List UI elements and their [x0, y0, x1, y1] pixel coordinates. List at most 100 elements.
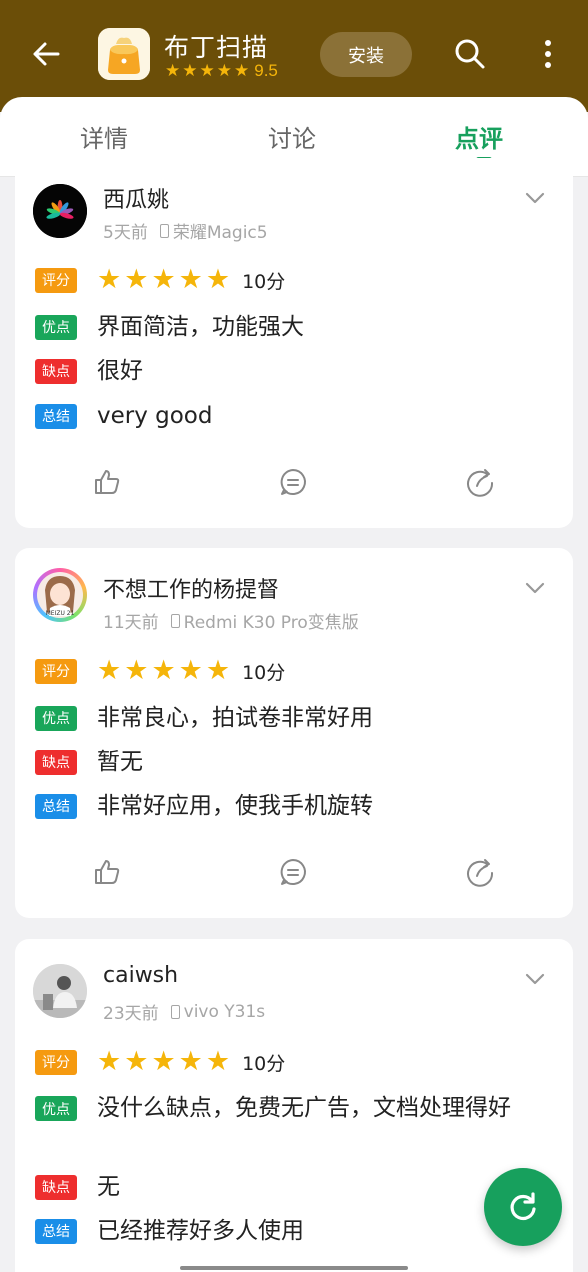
review-score: 10分 [242, 1052, 286, 1075]
star-icon: ★ [151, 655, 176, 686]
pros-badge: 优点 [35, 314, 77, 340]
install-button[interactable]: 安装 [320, 32, 412, 77]
refresh-icon [510, 1192, 536, 1221]
star-icon: ★ [97, 1046, 122, 1077]
review-score: 10分 [242, 270, 286, 293]
app-rating: ★ ★ ★ ★ ★ 9.5 [165, 61, 278, 81]
review-pros-row: 优点 界面简洁，功能强大 [35, 310, 304, 344]
share-icon[interactable] [465, 857, 495, 887]
star-icon: ★ [205, 264, 231, 295]
review-pros: 非常良心，拍试卷非常好用 [97, 705, 373, 731]
app-rating-score: 9.5 [254, 61, 278, 80]
review-time: 5天前 [103, 223, 148, 243]
review-cons-row: 缺点 无 [35, 1170, 120, 1204]
star-icon: ★ [199, 60, 215, 81]
refresh-button[interactable] [484, 1168, 562, 1246]
review-pros: 界面简洁，功能强大 [97, 314, 304, 340]
share-icon[interactable] [465, 467, 495, 497]
search-icon[interactable] [452, 36, 488, 72]
avatar [33, 964, 87, 1018]
cons-badge: 缺点 [35, 358, 77, 384]
review-summary-row: 总结 very good [35, 399, 212, 433]
star-icon: ★ [205, 1046, 231, 1077]
thumbs-up-icon[interactable] [92, 857, 122, 887]
star-icon: ★ [178, 655, 203, 686]
review-cons: 暂无 [97, 749, 143, 775]
cons-badge: 缺点 [35, 1174, 77, 1200]
star-icon: ★ [234, 60, 250, 81]
review-username[interactable]: 西瓜姚 [103, 182, 169, 214]
star-icon: ★ [178, 264, 203, 295]
review-device: vivo Y31s [183, 1001, 266, 1022]
review-device: Redmi K30 Pro变焦版 [183, 613, 359, 633]
tab-discussion[interactable]: 讨论 [268, 119, 316, 154]
star-icon: ★ [165, 60, 181, 81]
review-cons-row: 缺点 暂无 [35, 745, 143, 779]
star-icon: ★ [216, 60, 232, 81]
score-badge: 评分 [35, 1049, 77, 1075]
review-stars: ★ ★ ★ ★ ★ 10分 [97, 266, 285, 294]
more-vertical-icon[interactable] [536, 36, 560, 72]
review-time: 11天前 [103, 613, 159, 633]
review-card: MEIZU 21 不想工作的杨提督 11天前 Redmi K30 Pro变焦版 … [15, 548, 573, 918]
review-pros-row: 优点 没什么缺点，免费无广告，文档处理得好 [35, 1091, 555, 1125]
star-icon: ★ [124, 264, 149, 295]
back-arrow-icon[interactable] [28, 36, 64, 72]
home-indicator[interactable] [180, 1266, 408, 1270]
tab-reviews[interactable]: 点评 [455, 119, 503, 154]
star-icon: ★ [178, 1046, 203, 1077]
summary-badge: 总结 [35, 1218, 77, 1244]
review-score-row: 评分 ★ ★ ★ ★ ★ 10分 [35, 266, 285, 294]
review-meta: 11天前 Redmi K30 Pro变焦版 [103, 608, 359, 633]
review-device: 荣耀Magic5 [172, 223, 268, 243]
star-icon: ★ [151, 264, 176, 295]
summary-badge: 总结 [35, 793, 77, 819]
review-time: 23天前 [103, 1004, 159, 1024]
chevron-down-icon[interactable] [523, 967, 547, 991]
review-meta: 5天前 荣耀Magic5 [103, 218, 268, 243]
comment-icon[interactable] [278, 857, 308, 887]
review-summary: 非常好应用，使我手机旋转 [97, 793, 373, 819]
review-pros-row: 优点 非常良心，拍试卷非常好用 [35, 701, 373, 735]
tab-details[interactable]: 详情 [80, 119, 128, 154]
comment-icon[interactable] [278, 467, 308, 497]
app-header: 布丁扫描 ★ ★ ★ ★ ★ 9.5 安装 [0, 0, 588, 112]
review-cons-row: 缺点 很好 [35, 354, 143, 388]
star-icon: ★ [205, 655, 231, 686]
star-icon: ★ [151, 1046, 176, 1077]
review-summary-row: 总结 已经推荐好多人使用 [35, 1214, 304, 1248]
review-card: 西瓜姚 5天前 荣耀Magic5 评分 ★ ★ ★ ★ ★ 10分 优点 界面简… [15, 158, 573, 528]
pros-badge: 优点 [35, 1096, 77, 1121]
star-icon: ★ [124, 1046, 149, 1077]
review-pros: 没什么缺点，免费无广告，文档处理得好 [97, 1095, 511, 1121]
phone-icon [170, 1004, 180, 1019]
review-username[interactable]: caiwsh [103, 963, 178, 988]
phone-icon [159, 223, 169, 238]
avatar [33, 184, 87, 238]
review-score: 10分 [242, 661, 286, 684]
review-username[interactable]: 不想工作的杨提督 [103, 572, 279, 604]
review-cons: 很好 [97, 358, 143, 384]
chevron-down-icon[interactable] [523, 186, 547, 210]
star-icon: ★ [182, 60, 198, 81]
summary-badge: 总结 [35, 403, 77, 429]
thumbs-up-icon[interactable] [92, 467, 122, 497]
phone-icon [170, 613, 180, 628]
review-score-row: 评分 ★ ★ ★ ★ ★ 10分 [35, 1048, 285, 1076]
avatar-watermark: MEIZU 21 [46, 610, 75, 617]
app-title: 布丁扫描 [164, 33, 269, 62]
cons-badge: 缺点 [35, 749, 77, 775]
review-stars: ★ ★ ★ ★ ★ 10分 [97, 1048, 285, 1076]
avatar: MEIZU 21 [33, 568, 87, 622]
review-meta: 23天前 vivo Y31s [103, 999, 266, 1025]
star-icon: ★ [124, 655, 149, 686]
app-icon [98, 28, 150, 80]
review-stars: ★ ★ ★ ★ ★ 10分 [97, 657, 285, 685]
star-icon: ★ [97, 655, 122, 686]
review-cons: 无 [97, 1174, 120, 1200]
pros-badge: 优点 [35, 705, 77, 731]
review-summary-row: 总结 非常好应用，使我手机旋转 [35, 789, 373, 823]
score-badge: 评分 [35, 267, 77, 293]
chevron-down-icon[interactable] [523, 576, 547, 600]
review-summary: 已经推荐好多人使用 [97, 1218, 304, 1244]
